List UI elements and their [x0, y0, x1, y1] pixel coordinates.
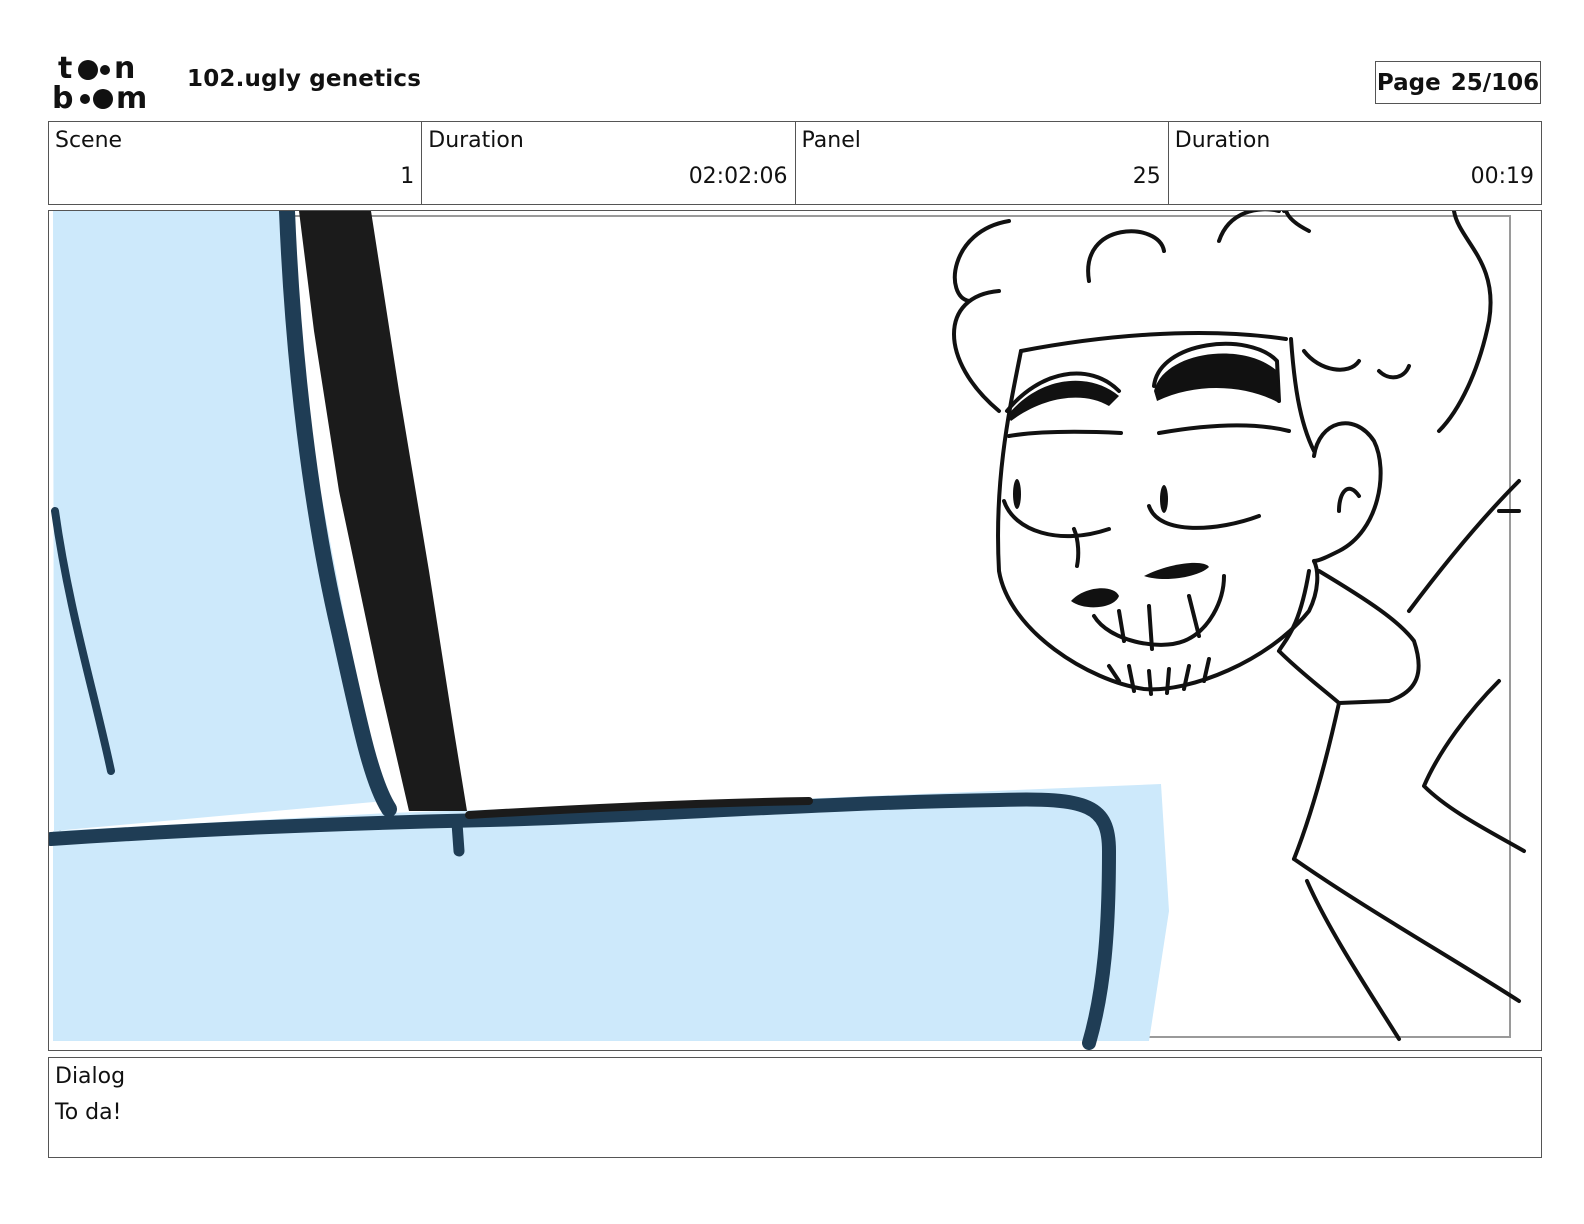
scene-duration-label: Duration: [428, 128, 524, 153]
character-fills: [1007, 353, 1279, 608]
floor-drip: [451, 817, 465, 857]
scene-label: Scene: [55, 128, 123, 153]
panel-duration-label: Duration: [1174, 128, 1271, 153]
panel-label: Panel: [801, 128, 861, 153]
scene-value: 1: [400, 164, 415, 189]
scene-cell: Scene 1: [49, 122, 423, 204]
page-indicator: Page 25/106: [1375, 61, 1541, 104]
dialog-label: Dialog: [55, 1064, 126, 1089]
svg-text:b: b: [52, 81, 73, 114]
page-number: 25/106: [1450, 69, 1540, 96]
project-title: 102.ugly genetics: [187, 66, 422, 92]
page-label: Page: [1376, 69, 1441, 96]
scene-info-table: Scene 1 Duration 02:02:06 Panel 25 Durat…: [48, 121, 1542, 205]
dialog-text: To da!: [55, 1100, 122, 1125]
dialog-box: Dialog To da!: [48, 1057, 1542, 1158]
storyboard-panel: [48, 210, 1542, 1051]
panel-value: 25: [1132, 164, 1161, 189]
panel-cell: Panel 25: [796, 122, 1169, 204]
scene-duration-cell: Duration 02:02:06: [422, 122, 796, 204]
scene-duration-value: 02:02:06: [688, 164, 788, 189]
panel-drawing: [49, 211, 1526, 1050]
panel-duration-cell: Duration 00:19: [1169, 122, 1541, 204]
svg-text:m: m: [116, 81, 147, 114]
toon-boom-logo: t n b m: [50, 50, 166, 116]
panel-duration-value: 00:19: [1470, 164, 1534, 189]
